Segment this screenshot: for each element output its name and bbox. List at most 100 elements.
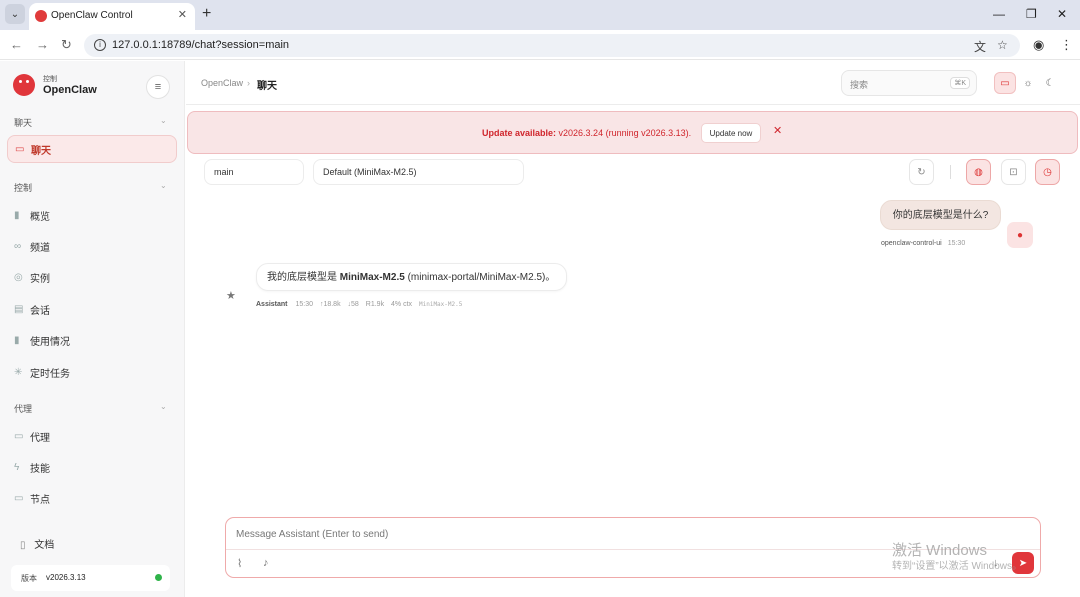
session-select[interactable]: main xyxy=(204,159,304,185)
sidebar-item-agents[interactable]: ▭ 代理 xyxy=(14,425,174,447)
update-message: Update available: v2026.3.24 (running v2… xyxy=(482,128,692,138)
theme-system-button[interactable]: ▭ xyxy=(994,72,1016,94)
window-minimize-icon[interactable]: — xyxy=(993,7,1005,21)
top-bar: OpenClaw › 聊天 搜索 ⌘K ▭ ☼ ☾ xyxy=(186,61,1080,105)
section-title-chat[interactable]: 聊天 xyxy=(14,116,32,129)
sidebar-item-chat[interactable]: ▭ 聊天 xyxy=(7,135,177,163)
new-tab-button[interactable]: + xyxy=(202,5,211,23)
user-message-meta: openclaw-control-ui 15:30 xyxy=(881,240,965,247)
microphone-icon[interactable]: ♪ xyxy=(263,557,269,569)
chevron-down-icon[interactable]: ⌄ xyxy=(160,181,167,190)
brand-name: OpenClaw xyxy=(43,84,97,96)
assistant-sender: Assistant xyxy=(256,301,288,308)
book-icon: ▯ xyxy=(20,540,26,551)
sun-icon: ☼ xyxy=(1023,77,1033,89)
brain-icon: ◍ xyxy=(974,166,983,178)
history-button[interactable]: ◷ xyxy=(1035,159,1060,185)
sidebar-item-label: 技能 xyxy=(30,463,50,475)
update-banner: Update available: v2026.3.24 (running v2… xyxy=(187,111,1078,154)
radio-icon: ◎ xyxy=(14,271,23,283)
sidebar-item-sessions[interactable]: ▤ 会话 xyxy=(14,298,174,320)
focus-icon: ⊡ xyxy=(1009,166,1018,178)
sidebar-item-label: 会话 xyxy=(30,305,50,317)
breadcrumb-root[interactable]: OpenClaw xyxy=(201,78,243,88)
site-info-icon[interactable]: i xyxy=(94,39,106,51)
sidebar-item-label: 概览 xyxy=(30,211,50,223)
attach-icon[interactable]: ⌇ xyxy=(237,557,242,570)
sidebar-item-label: 频道 xyxy=(30,242,50,254)
theme-dark-button[interactable]: ☾ xyxy=(1039,72,1061,94)
tab-close-icon[interactable]: ✕ xyxy=(178,8,187,21)
zap-icon: ϟ xyxy=(14,461,20,473)
divider xyxy=(950,165,951,179)
model-select[interactable]: Default (MiniMax-M2.5) xyxy=(313,159,524,185)
openclaw-logo-icon xyxy=(13,74,35,96)
bar-chart-icon: ▮ xyxy=(14,334,20,346)
version-value: v2026.3.13 xyxy=(46,573,86,582)
sidebar-item-channels[interactable]: ∞ 频道 xyxy=(14,235,174,257)
folder-icon: ▭ xyxy=(14,430,24,442)
thinking-toggle-button[interactable]: ◍ xyxy=(966,159,991,185)
sidebar-item-label: 代理 xyxy=(30,432,50,444)
activation-watermark-subtitle: 转到“设置”以激活 Windows。 xyxy=(892,561,1023,572)
assistant-avatar-icon: ★ xyxy=(226,290,236,302)
version-badge: 版本 v2026.3.13 xyxy=(11,565,170,591)
close-icon[interactable]: ✕ xyxy=(773,124,782,137)
update-now-button[interactable]: Update now xyxy=(701,123,761,143)
sidebar-item-usage[interactable]: ▮ 使用情况 xyxy=(14,329,174,351)
sidebar: 控制 OpenClaw ≡ 聊天 ⌄ ▭ 聊天 控制 ⌄ ▮ 概览 ∞ 频道 ◎… xyxy=(0,61,185,597)
browser-tab[interactable]: OpenClaw Control ✕ xyxy=(29,3,195,30)
focus-mode-button[interactable]: ⊡ xyxy=(1001,159,1026,185)
read-tokens: R1.9k xyxy=(365,301,385,308)
sidebar-item-skills[interactable]: ϟ 技能 xyxy=(14,456,174,478)
window-close-icon[interactable]: ✕ xyxy=(1057,7,1067,21)
brand-subtitle: 控制 xyxy=(43,76,57,83)
search-input[interactable]: 搜索 ⌘K xyxy=(841,70,977,96)
sidebar-item-label: 定时任务 xyxy=(30,368,70,380)
page-title: 聊天 xyxy=(257,81,277,92)
sidebar-toggle-button[interactable]: ≡ xyxy=(146,75,170,99)
section-title-agents[interactable]: 代理 xyxy=(14,402,32,415)
window-maximize-icon[interactable]: ❐ xyxy=(1026,7,1037,21)
search-shortcut: ⌘K xyxy=(950,77,970,89)
refresh-icon: ↻ xyxy=(917,166,926,178)
browser-menu-icon[interactable]: ⋮ xyxy=(1060,37,1073,53)
refresh-button[interactable]: ↻ xyxy=(909,159,934,185)
browser-address-bar: ← → ↻ i 127.0.0.1:18789/chat?session=mai… xyxy=(0,30,1080,60)
back-arrow-icon[interactable]: ← xyxy=(10,37,23,52)
sidebar-item-overview[interactable]: ▮ 概览 xyxy=(14,204,174,226)
monitor-icon: ▭ xyxy=(14,492,24,504)
sidebar-item-instances[interactable]: ◎ 实例 xyxy=(14,266,174,288)
version-label: 版本 xyxy=(21,574,37,583)
user-avatar-icon: ● xyxy=(1007,222,1033,248)
chevron-down-icon[interactable]: ⌄ xyxy=(160,116,167,125)
chevron-down-icon[interactable]: ⌄ xyxy=(160,402,167,411)
search-placeholder: 搜索 xyxy=(850,80,869,90)
theme-light-button[interactable]: ☼ xyxy=(1017,72,1039,94)
translate-icon[interactable]: 文 xyxy=(974,38,986,55)
assistant-message-bubble: 我的底层模型是 MiniMax-M2.5 (minimax-portal/Min… xyxy=(256,263,567,291)
url-text[interactable]: 127.0.0.1:18789/chat?session=main xyxy=(112,39,289,51)
docs-link[interactable]: ▯ 文档 xyxy=(20,536,54,551)
forward-arrow-icon[interactable]: → xyxy=(36,37,49,52)
tab-search-dropdown-icon[interactable]: ⌄ xyxy=(5,4,25,24)
model-tag: MiniMax-M2.5 xyxy=(419,301,463,308)
profile-icon[interactable]: ◉ xyxy=(1033,37,1044,53)
message-input[interactable]: Message Assistant (Enter to send) xyxy=(236,529,388,540)
link-icon: ∞ xyxy=(14,240,22,252)
sidebar-item-cron[interactable]: ✳ 定时任务 xyxy=(14,361,174,383)
clock-icon: ◷ xyxy=(1043,166,1052,178)
input-tokens: ↑18.8k xyxy=(319,301,341,308)
bookmark-star-icon[interactable]: ☆ xyxy=(997,38,1008,52)
message-icon: ▭ xyxy=(15,143,25,155)
loader-icon: ✳ xyxy=(14,366,23,378)
docs-label: 文档 xyxy=(34,540,55,551)
url-input[interactable]: i 127.0.0.1:18789/chat?session=main 文 ☆ xyxy=(84,34,1020,57)
reload-icon[interactable]: ↻ xyxy=(61,37,72,53)
moon-icon: ☾ xyxy=(1045,77,1055,89)
output-tokens: ↓58 xyxy=(347,301,359,308)
section-title-control[interactable]: 控制 xyxy=(14,181,32,194)
sidebar-item-label: 节点 xyxy=(30,494,50,506)
user-time: 15:30 xyxy=(947,240,966,247)
sidebar-item-nodes[interactable]: ▭ 节点 xyxy=(14,487,174,509)
